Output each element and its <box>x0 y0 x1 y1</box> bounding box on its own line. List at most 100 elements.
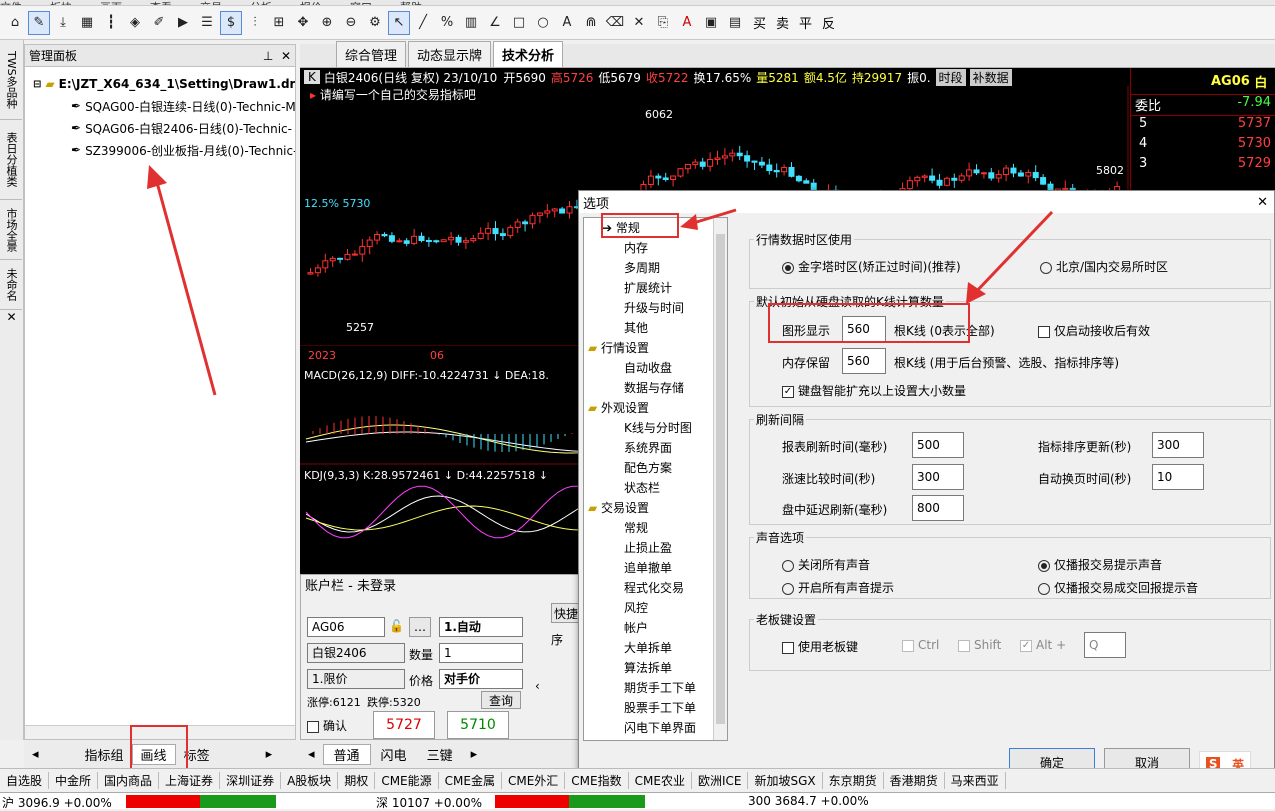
status-tab[interactable]: 自选股 <box>0 772 50 789</box>
gear-icon[interactable]: ⚙ <box>364 11 386 35</box>
cmp-input[interactable]: 300 <box>912 464 964 490</box>
price-input[interactable]: 对手价 <box>439 669 523 689</box>
mem-count-input[interactable]: 560 <box>842 348 886 374</box>
zoom-in-icon[interactable]: ⊕ <box>316 11 338 35</box>
buy-price-button[interactable]: 5710 <box>447 711 509 739</box>
options-tree-item[interactable]: 常规 <box>584 518 727 538</box>
sell-price-button[interactable]: 5727 <box>373 711 435 739</box>
options-tree-item[interactable]: 大单拆单 <box>584 638 727 658</box>
tab-indicator-group[interactable]: 指标组 <box>77 745 132 764</box>
diamond-icon[interactable]: ◈ <box>124 11 146 35</box>
zoom-out-icon[interactable]: ⊖ <box>340 11 362 35</box>
tab-next-icon[interactable]: ▸ <box>258 747 281 762</box>
report-input[interactable]: 500 <box>912 432 964 458</box>
move-icon[interactable]: ✥ <box>292 11 314 35</box>
options-tree-item[interactable]: 自动收盘 <box>584 358 727 378</box>
tab-prev-icon[interactable]: ◂ <box>24 747 47 762</box>
options-tree-group[interactable]: ▰ 交易设置 <box>584 498 727 518</box>
status-tab[interactable]: CME能源 <box>375 772 439 789</box>
options-tree-item[interactable]: 追单撤单 <box>584 558 727 578</box>
options-tree-group[interactable]: ▰ 行情设置 <box>584 338 727 358</box>
patch-data-button[interactable]: 补数据 <box>969 68 1012 86</box>
fib-tool-icon[interactable]: ▥ <box>460 11 482 35</box>
qty-input[interactable]: 1 <box>439 643 523 663</box>
tab-normal[interactable]: 普通 <box>322 743 371 765</box>
options-tree-item[interactable]: 数据与存储 <box>584 378 727 398</box>
options-tree-item[interactable]: 闪电下单界面 <box>584 718 727 738</box>
buy-button[interactable]: 买 <box>753 13 766 32</box>
sell-button[interactable]: 卖 <box>776 13 789 32</box>
tab-prev-icon[interactable]: ◂ <box>300 747 323 762</box>
flat-button[interactable]: 平 <box>799 13 812 32</box>
status-tab[interactable]: 欧洲ICE <box>692 772 749 789</box>
options-tree-item[interactable]: 止损止盈 <box>584 538 727 558</box>
status-tab[interactable]: 期权 <box>338 772 376 789</box>
percent-tool-icon[interactable]: % <box>436 11 458 35</box>
vtab-market[interactable]: 市场全景 <box>0 200 22 260</box>
draw-tool-icon[interactable]: ✎ <box>28 10 50 35</box>
options-tree-group[interactable]: ▰ 外观设置 <box>584 398 727 418</box>
boss-key-input[interactable]: Q <box>1084 632 1126 658</box>
close-icon[interactable]: ✕ <box>281 49 291 63</box>
collapse-icon[interactable]: ⊟ <box>33 79 41 90</box>
timeseg-button[interactable]: 时段 <box>935 68 966 86</box>
ctrl-checkbox[interactable]: Ctrl <box>902 638 939 652</box>
options-tree-item[interactable]: 股票手工下单 <box>584 698 727 718</box>
k-badge[interactable]: K <box>304 70 320 84</box>
status-tab[interactable]: 香港期货 <box>884 772 945 789</box>
status-tab[interactable]: 马来西亚 <box>945 772 1006 789</box>
sort-input[interactable]: 300 <box>1152 432 1204 458</box>
code-input[interactable]: AG06 <box>307 617 385 637</box>
status-tab[interactable]: CME农业 <box>629 772 692 789</box>
split-icon[interactable]: ⫶ <box>244 11 266 35</box>
sound-all-radio[interactable]: 开启所有声音提示 <box>782 579 894 596</box>
vtab-unnamed[interactable]: 未命名 <box>0 260 22 310</box>
eraser-icon[interactable]: ⌫ <box>604 11 626 35</box>
options-tree-item[interactable]: 系统界面 <box>584 438 727 458</box>
close-icon[interactable]: ✕ <box>0 310 23 324</box>
fill-icon[interactable]: ▤ <box>724 11 746 35</box>
lock-icon[interactable]: 🔓 <box>389 619 404 633</box>
delay-input[interactable]: 800 <box>912 495 964 521</box>
status-tab[interactable]: 国内商品 <box>98 772 160 789</box>
tab-dynamic[interactable]: 动态显示牌 <box>408 41 492 67</box>
play-icon[interactable]: ▶ <box>172 11 194 35</box>
status-tab[interactable]: CME外汇 <box>502 772 566 789</box>
tab-three-key[interactable]: 三键 <box>417 745 463 764</box>
list-icon[interactable]: ☰ <box>196 11 218 35</box>
quick-tab[interactable]: 快捷 <box>551 603 581 623</box>
status-tab[interactable]: 深圳证券 <box>220 772 282 789</box>
options-tree-item[interactable]: 扩展统计 <box>584 278 727 298</box>
indicator-hint[interactable]: ▸ 请编写一个自己的交易指标吧 <box>310 86 476 103</box>
options-tree-item[interactable]: 其他 <box>584 318 727 338</box>
save-icon[interactable]: ▣ <box>700 11 722 35</box>
tz-option-pyramid[interactable]: 金字塔时区(矫正过时间)(推荐) <box>782 258 961 275</box>
options-tree-item[interactable]: 升级与时间 <box>584 298 727 318</box>
options-tree-item[interactable]: 风控 <box>584 598 727 618</box>
sound-fill-radio[interactable]: 仅播报交易成交回报提示音 <box>1038 579 1198 596</box>
options-tree-item[interactable]: 配色方案 <box>584 458 727 478</box>
tree-item[interactable]: ✒ SQAG00-白银连续-日线(0)-Technic-M <box>25 95 295 117</box>
text-color-icon[interactable]: A <box>676 11 698 35</box>
query-button[interactable]: 查询 <box>481 691 521 709</box>
confirm-checkbox[interactable]: 确认 <box>307 717 347 734</box>
vtab-tws[interactable]: TWS多品种 <box>0 40 22 120</box>
delete-icon[interactable]: ✕ <box>628 11 650 35</box>
tree-item[interactable]: ✒ SZ399006-创业板指-月线(0)-Technic- <box>25 139 295 161</box>
tab-flash[interactable]: 闪电 <box>371 745 417 764</box>
vtab-table[interactable]: 表日分植类 <box>0 120 22 200</box>
tab-next-icon[interactable]: ▸ <box>463 747 486 762</box>
pin-icon[interactable]: ⊥ <box>263 49 273 63</box>
tree-item[interactable]: ✒ SQAG06-白银2406-日线(0)-Technic- <box>25 117 295 139</box>
options-tree-item[interactable]: 状态栏 <box>584 478 727 498</box>
options-tree-item[interactable]: 多周期 <box>584 258 727 278</box>
status-tab[interactable]: A股板块 <box>281 772 339 789</box>
copy-icon[interactable]: ⎘ <box>652 11 674 35</box>
sound-off-radio[interactable]: 关闭所有声音 <box>782 556 870 573</box>
magnet-icon[interactable]: ⋒ <box>580 11 602 35</box>
alt-checkbox[interactable]: ✓ Alt + <box>1020 638 1066 652</box>
grid-icon[interactable]: ▦ <box>76 11 98 35</box>
text-tool-icon[interactable]: A <box>556 11 578 35</box>
status-tab[interactable]: 上海证券 <box>159 772 221 789</box>
only-after-checkbox[interactable]: 仅启动接收后有效 <box>1038 322 1150 339</box>
